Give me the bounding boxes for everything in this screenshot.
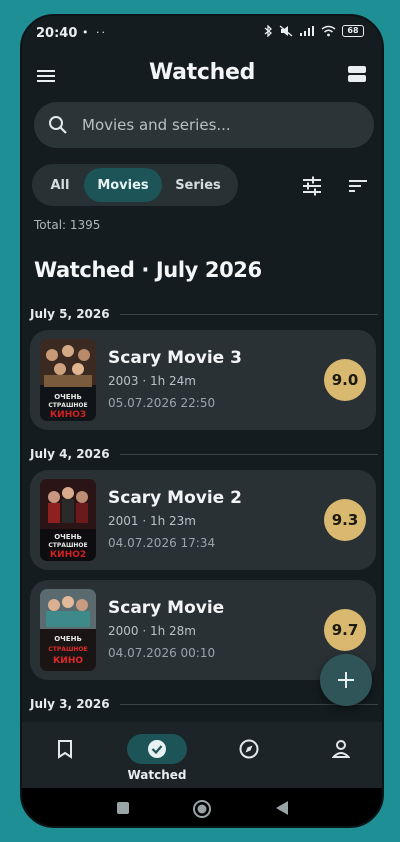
nav-watched-label: Watched	[127, 768, 187, 782]
svg-text:ОЧЕНЬ: ОЧЕНЬ	[54, 533, 82, 541]
add-button[interactable]	[320, 654, 372, 706]
item-meta: 2000 · 1h 28m	[108, 624, 196, 638]
segment-all[interactable]: All	[36, 168, 84, 202]
status-time: 20:40	[36, 26, 78, 41]
nav-profile[interactable]	[306, 730, 376, 782]
rating-badge: 9.0	[324, 359, 366, 401]
bottom-navigation: Watched	[22, 722, 382, 788]
search-icon	[49, 116, 67, 134]
notification-icons: • ··	[82, 26, 107, 39]
system-navigation-bar	[22, 788, 382, 826]
phone-screen: 20:40 • ·· 68 Watched All Movies Series …	[20, 14, 384, 828]
nav-watchlist[interactable]	[30, 730, 100, 782]
sort-icon[interactable]	[346, 174, 370, 198]
date-label: July 3, 2026	[30, 697, 110, 711]
svg-text:СТРАШНОЕ: СТРАШНОЕ	[48, 542, 87, 549]
list-item[interactable]: ОЧЕНЬ СТРАШНОЕ КИНО2 Scary Movie 2 2001 …	[30, 470, 376, 570]
nav-watched[interactable]: Watched	[122, 730, 192, 782]
segment-series[interactable]: Series	[162, 168, 234, 202]
signal-icon	[300, 26, 314, 36]
back-icon[interactable]	[274, 800, 290, 816]
wifi-icon	[321, 25, 336, 37]
search-bar[interactable]	[34, 102, 374, 148]
svg-text:СТРАШНОЕ: СТРАШНОЕ	[48, 646, 87, 653]
grid-view-icon[interactable]	[346, 63, 368, 85]
item-title: Scary Movie	[108, 598, 225, 618]
date-group-header: July 5, 2026	[30, 306, 378, 322]
svg-text:СТРАШНОЕ: СТРАШНОЕ	[48, 402, 87, 409]
rating-badge: 9.7	[324, 609, 366, 651]
check-circle-icon	[148, 740, 166, 758]
svg-text:КИНО3: КИНО3	[50, 410, 86, 420]
page-title: Watched	[148, 60, 256, 85]
movie-poster: ОЧЕНЬ СТРАШНОЕ КИНО	[40, 589, 96, 671]
nav-explore[interactable]	[214, 730, 284, 782]
svg-text:КИНО2: КИНО2	[50, 550, 86, 560]
item-watched-date: 04.07.2026 17:34	[108, 536, 216, 550]
item-title: Scary Movie 3	[108, 348, 242, 368]
svg-text:ОЧЕНЬ: ОЧЕНЬ	[54, 393, 82, 401]
filter-sliders-icon[interactable]	[300, 174, 324, 198]
status-bar: 20:40 • ·· 68	[22, 16, 382, 50]
item-meta: 2001 · 1h 23m	[108, 514, 196, 528]
status-right-icons: 68	[264, 25, 364, 37]
type-segmented-control: All Movies Series	[32, 164, 238, 206]
battery-icon: 68	[342, 25, 364, 37]
list-item[interactable]: ОЧЕНЬ СТРАШНОЕ КИНО3 Scary Movie 3 2003 …	[30, 330, 376, 430]
bluetooth-icon	[264, 25, 272, 37]
profile-icon	[332, 740, 350, 758]
item-title: Scary Movie 2	[108, 488, 242, 508]
item-watched-date: 05.07.2026 22:50	[108, 396, 216, 410]
movie-poster: ОЧЕНЬ СТРАШНОЕ КИНО2	[40, 479, 96, 561]
compass-icon	[239, 739, 259, 759]
date-label: July 4, 2026	[30, 447, 110, 461]
svg-text:ОЧЕНЬ: ОЧЕНЬ	[54, 635, 82, 643]
bookmark-icon	[58, 740, 72, 759]
search-input[interactable]	[82, 102, 352, 148]
total-count: Total: 1395	[34, 218, 101, 232]
svg-text:КИНО: КИНО	[53, 656, 83, 666]
date-group-header: July 3, 2026	[30, 696, 378, 712]
item-meta: 2003 · 1h 24m	[108, 374, 196, 388]
plus-icon	[338, 672, 354, 688]
movie-poster: ОЧЕНЬ СТРАШНОЕ КИНО3	[40, 339, 96, 421]
section-heading: Watched · July 2026	[34, 258, 262, 282]
segment-movies[interactable]: Movies	[84, 168, 162, 202]
item-watched-date: 04.07.2026 00:10	[108, 646, 216, 660]
divider	[119, 313, 378, 315]
recents-icon[interactable]	[115, 800, 131, 816]
top-app-bar: Watched	[22, 58, 382, 94]
home-icon[interactable]	[192, 800, 212, 818]
date-group-header: July 4, 2026	[30, 446, 378, 462]
divider	[119, 453, 378, 455]
mute-icon	[279, 25, 293, 37]
date-label: July 5, 2026	[30, 307, 110, 321]
rating-badge: 9.3	[324, 499, 366, 541]
